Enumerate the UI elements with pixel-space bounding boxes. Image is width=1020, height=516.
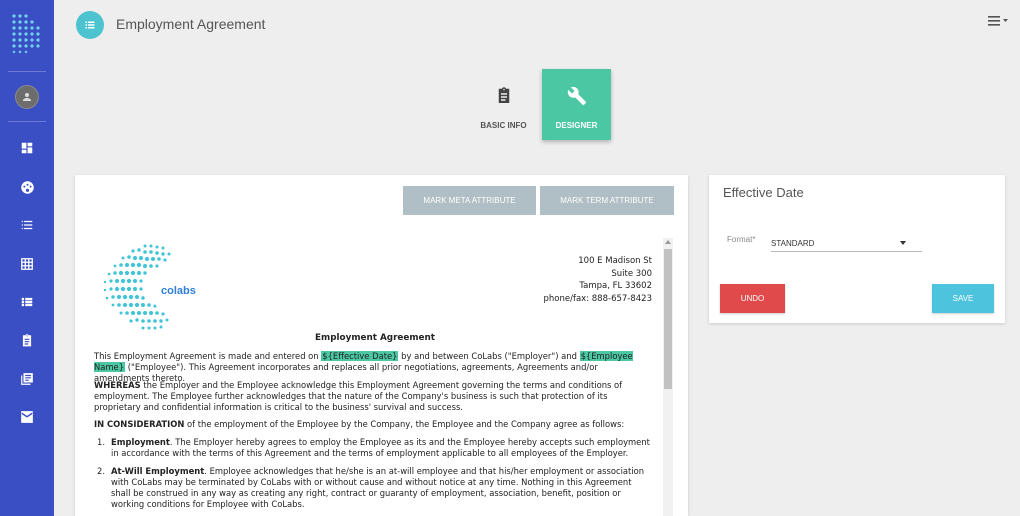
step-label: BASIC INFO bbox=[480, 121, 527, 130]
document-scrollbar[interactable] bbox=[663, 238, 673, 516]
colabs-logo: colabs bbox=[103, 244, 196, 330]
panel-title: Effective Date bbox=[723, 185, 804, 200]
palette-icon[interactable] bbox=[18, 178, 36, 196]
app-logo[interactable] bbox=[11, 13, 43, 53]
dashboard-icon[interactable] bbox=[18, 139, 36, 157]
caret-down-icon bbox=[1003, 19, 1008, 22]
page-badge bbox=[76, 11, 104, 39]
user-avatar[interactable] bbox=[15, 85, 39, 109]
document-editor: MARK META ATTRIBUTE MARK TERM ATTRIBUTE … bbox=[75, 175, 688, 516]
scroll-up-arrow-icon[interactable] bbox=[665, 240, 671, 244]
document-title: Employment Agreement bbox=[315, 333, 435, 343]
save-button[interactable]: SAVE bbox=[932, 284, 994, 313]
list-icon bbox=[85, 21, 95, 29]
whereas-paragraph: WHEREAS the Employer and the Employee ac… bbox=[94, 380, 623, 412]
sidebar-divider bbox=[8, 71, 46, 72]
view-list-icon[interactable] bbox=[18, 293, 36, 311]
library-icon[interactable] bbox=[18, 370, 36, 388]
colabs-logo-text: colabs bbox=[161, 285, 196, 297]
format-label: Format* bbox=[727, 235, 756, 244]
attribute-panel: Effective Date Format* STANDARD UNDO SAV… bbox=[709, 175, 1005, 323]
address-line: 100 E Madison St bbox=[578, 256, 652, 266]
scroll-thumb[interactable] bbox=[664, 249, 672, 389]
mark-term-attribute-button[interactable]: MARK TERM ATTRIBUTE bbox=[540, 186, 674, 215]
clipboard-icon[interactable] bbox=[18, 331, 36, 349]
document-content[interactable]: colabs 100 E Madison St Suite 300 Tampa,… bbox=[94, 238, 660, 516]
sidebar bbox=[0, 0, 54, 516]
step-designer[interactable]: DESIGNER bbox=[542, 69, 611, 140]
format-select[interactable]: STANDARD bbox=[771, 236, 922, 252]
wrench-icon bbox=[567, 86, 586, 106]
step-label: DESIGNER bbox=[555, 121, 598, 130]
top-bar: Employment Agreement bbox=[54, 0, 1020, 50]
sidebar-divider bbox=[8, 121, 46, 122]
user-icon bbox=[23, 93, 31, 101]
address-line: Tampa, FL 33602 bbox=[579, 281, 652, 291]
mark-meta-attribute-button[interactable]: MARK META ATTRIBUTE bbox=[403, 186, 536, 215]
page-title: Employment Agreement bbox=[116, 16, 266, 32]
list-icon[interactable] bbox=[18, 216, 36, 234]
caret-down-icon bbox=[900, 241, 906, 245]
menu-button[interactable] bbox=[988, 14, 1010, 28]
company-address: 100 E Madison St Suite 300 Tampa, FL 336… bbox=[544, 255, 652, 305]
mail-icon[interactable] bbox=[18, 408, 36, 426]
address-line: phone/fax: 888-657-8423 bbox=[543, 293, 652, 304]
undo-button[interactable]: UNDO bbox=[720, 284, 785, 313]
hamburger-icon bbox=[988, 16, 1000, 26]
grid-icon[interactable] bbox=[18, 255, 36, 273]
effective-date-tag[interactable]: ${Effective Date} bbox=[321, 351, 399, 361]
step-basic-info[interactable]: BASIC INFO bbox=[469, 69, 538, 140]
consideration-paragraph: IN CONSIDERATION of the employment of th… bbox=[94, 419, 625, 429]
format-value: STANDARD bbox=[771, 239, 815, 248]
address-line: Suite 300 bbox=[611, 268, 652, 279]
clipboard-icon bbox=[498, 87, 509, 103]
